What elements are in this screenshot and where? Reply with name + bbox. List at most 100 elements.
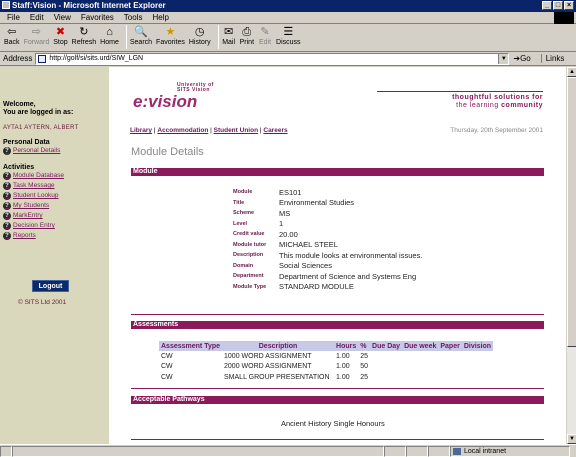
refresh-button[interactable]: ↻ Refresh <box>72 25 97 46</box>
menu-view[interactable]: View <box>49 13 76 22</box>
table-row: CW 1000 WORD ASSIGNMENT 1.00 25 <box>161 352 369 360</box>
minimize-button[interactable]: _ <box>542 1 552 10</box>
activities-heading: Activities <box>3 164 35 171</box>
refresh-icon: ↻ <box>79 26 89 38</box>
history-icon: ◷ <box>194 26 205 38</box>
print-icon: ⎙ <box>242 26 252 38</box>
stop-button[interactable]: ✖ Stop <box>53 25 67 46</box>
edit-button[interactable]: ✎ Edit <box>258 25 272 46</box>
search-button[interactable]: 🔍 Search <box>130 25 152 46</box>
intranet-icon <box>453 447 461 455</box>
home-icon: ⌂ <box>106 26 113 38</box>
current-date: Thursday, 20th September 2001 <box>450 127 543 134</box>
menu-bar: File Edit View Favorites Tools Help <box>0 12 576 24</box>
detail-row: Department Department of Science and Syst… <box>233 271 417 281</box>
address-dropdown-icon[interactable]: ▼ <box>498 53 509 64</box>
address-input[interactable]: http://golf/si/sits.urd/SIW_LGN ▼ <box>35 52 510 65</box>
col-paper: Paper <box>438 341 462 351</box>
address-url: http://golf/si/sits.urd/SIW_LGN <box>49 55 144 62</box>
forward-arrow-icon: ⇨ <box>31 26 42 38</box>
help-icon: ? <box>3 212 11 220</box>
assessments-table: Assessment Type Description Hours % Due … <box>159 341 494 383</box>
sidebar-link-task-message[interactable]: ? Task Message <box>3 181 109 191</box>
favorites-button[interactable]: ★ Favorites <box>156 25 185 46</box>
nav-separator: | <box>259 127 262 134</box>
status-bar: Local intranet <box>0 444 576 457</box>
help-icon: ? <box>3 172 11 180</box>
status-page-icon <box>0 445 12 457</box>
module-section-header: Module <box>131 168 544 176</box>
help-icon: ? <box>3 147 11 155</box>
menu-tools[interactable]: Tools <box>119 13 148 22</box>
close-button[interactable]: × <box>564 1 574 10</box>
menu-help[interactable]: Help <box>147 13 173 22</box>
history-button[interactable]: ◷ History <box>189 25 211 46</box>
col-description: Description <box>222 341 335 351</box>
col-due-week: Due week <box>402 341 439 351</box>
address-label: Address <box>3 54 33 63</box>
vertical-scrollbar[interactable]: ▲ ▼ <box>566 67 576 444</box>
section-divider <box>131 388 544 389</box>
sidebar-link-my-students[interactable]: ? My Students <box>3 201 109 211</box>
table-row: CW 2000 WORD ASSIGNMENT 1.00 50 <box>161 363 369 371</box>
nav-accommodation[interactable]: Accommodation <box>157 127 208 134</box>
window-title: Staff:Vision - Microsoft Internet Explor… <box>12 1 166 10</box>
main-content: University of SITS Vision e:vision thoug… <box>109 67 566 444</box>
sidebar-link-module-database[interactable]: ? Module Database <box>3 171 109 181</box>
pathways-section-header: Acceptable Pathways <box>131 396 544 404</box>
page-icon <box>38 54 47 63</box>
discuss-button[interactable]: ☰ Discuss <box>276 25 301 46</box>
evision-logo: University of SITS Vision e:vision <box>133 83 213 115</box>
scroll-down-arrow-icon[interactable]: ▼ <box>567 434 576 444</box>
sidebar-link-personal-details[interactable]: ? Personal Details <box>3 146 109 156</box>
detail-row: Module tutor MICHAEL STEEL <box>233 240 338 250</box>
help-icon: ? <box>3 192 11 200</box>
nav-careers[interactable]: Careers <box>263 127 287 134</box>
status-text <box>12 445 384 457</box>
scrollbar-thumb[interactable] <box>567 77 576 347</box>
links-button[interactable]: Links <box>540 54 564 63</box>
tagline-line-1: thoughtful solutions for <box>452 94 543 101</box>
back-arrow-icon: ⇦ <box>7 26 17 38</box>
menu-edit[interactable]: Edit <box>25 13 49 22</box>
scroll-up-arrow-icon[interactable]: ▲ <box>567 67 576 77</box>
logged-in-text: You are logged in as: <box>3 109 74 116</box>
detail-row: Domain Social Sciences <box>233 261 332 271</box>
stop-icon: ✖ <box>55 26 66 38</box>
tagline: thoughtful solutions for the learning co… <box>377 91 543 110</box>
menu-file[interactable]: File <box>2 13 25 22</box>
logout-button[interactable]: Logout <box>32 280 69 292</box>
mail-icon: ✉ <box>224 26 234 38</box>
nav-student-union[interactable]: Student Union <box>214 127 258 134</box>
help-icon: ? <box>3 202 11 210</box>
nav-separator: | <box>153 127 156 134</box>
go-button[interactable]: ➔Go <box>513 54 530 63</box>
mail-button[interactable]: ✉ Mail <box>222 25 236 46</box>
page-viewport: Welcome, You are logged in as: AYTA1 AYT… <box>0 67 566 444</box>
menu-favorites[interactable]: Favorites <box>76 13 119 22</box>
nav-library[interactable]: Library <box>130 127 152 134</box>
home-button[interactable]: ⌂ Home <box>100 25 119 46</box>
status-zone: Local intranet <box>450 445 570 457</box>
toolbar-separator <box>217 25 219 49</box>
help-icon: ? <box>3 222 11 230</box>
ie-icon <box>2 1 10 9</box>
forward-button[interactable]: ⇨ Forward <box>24 25 50 46</box>
maximize-button[interactable]: □ <box>553 1 563 10</box>
back-button[interactable]: ⇦ Back <box>4 25 20 46</box>
sidebar-link-decision-entry[interactable]: ? Decision Entry <box>3 221 109 231</box>
col-hours: Hours <box>334 341 359 351</box>
detail-row: Level 1 <box>233 219 284 229</box>
assessments-section-header: Assessments <box>131 321 544 329</box>
tagline-line-2: the learning <box>456 102 502 109</box>
tagline-community: community <box>501 102 543 109</box>
sidebar-link-mark-entry[interactable]: ? MarkEntry <box>3 211 109 221</box>
personal-data-heading: Personal Data <box>3 139 50 146</box>
copyright-text: © SITS Ltd 2001 <box>18 299 67 306</box>
col-percent: % <box>358 341 371 351</box>
sidebar-link-reports[interactable]: ? Reports <box>3 231 109 241</box>
print-button[interactable]: ⎙ Print <box>240 25 254 46</box>
username: AYTA1 AYTERN, ALBERT <box>3 125 79 131</box>
help-icon: ? <box>3 232 11 240</box>
sidebar-link-student-lookup[interactable]: ? Student Lookup <box>3 191 109 201</box>
